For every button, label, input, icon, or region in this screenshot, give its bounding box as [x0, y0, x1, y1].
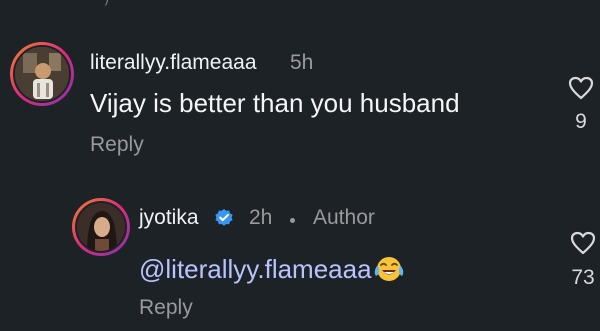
profile-photo-icon [77, 203, 125, 251]
author-badge: Author [313, 206, 375, 229]
like-count: 73 [571, 266, 595, 289]
reply-button[interactable]: Reply [139, 296, 193, 320]
comment-timestamp: 5h [290, 51, 314, 74]
verified-badge-icon [215, 209, 233, 226]
tears-of-joy-emoji [374, 257, 404, 281]
reply-button[interactable]: Reply [90, 133, 144, 157]
separator-dot [290, 218, 295, 223]
mention-link[interactable]: @literallyy.flameaaa [139, 254, 372, 285]
profile-photo-icon [15, 47, 69, 101]
avatar-jyotika[interactable] [72, 198, 130, 256]
reply-username[interactable]: jyotika [139, 206, 199, 230]
avatar-literallyy-flameaaa[interactable] [10, 42, 74, 106]
comment-username[interactable]: literallyy.flameaaa [90, 51, 257, 75]
like-count: 9 [575, 110, 587, 133]
previous-comment-fragment: ' ) [95, 0, 185, 5]
comment-text: Vijay is better than you husband [90, 88, 460, 118]
heart-outline-icon[interactable] [568, 76, 594, 100]
reply-timestamp: 2h [249, 206, 273, 229]
heart-outline-icon[interactable] [570, 231, 596, 255]
